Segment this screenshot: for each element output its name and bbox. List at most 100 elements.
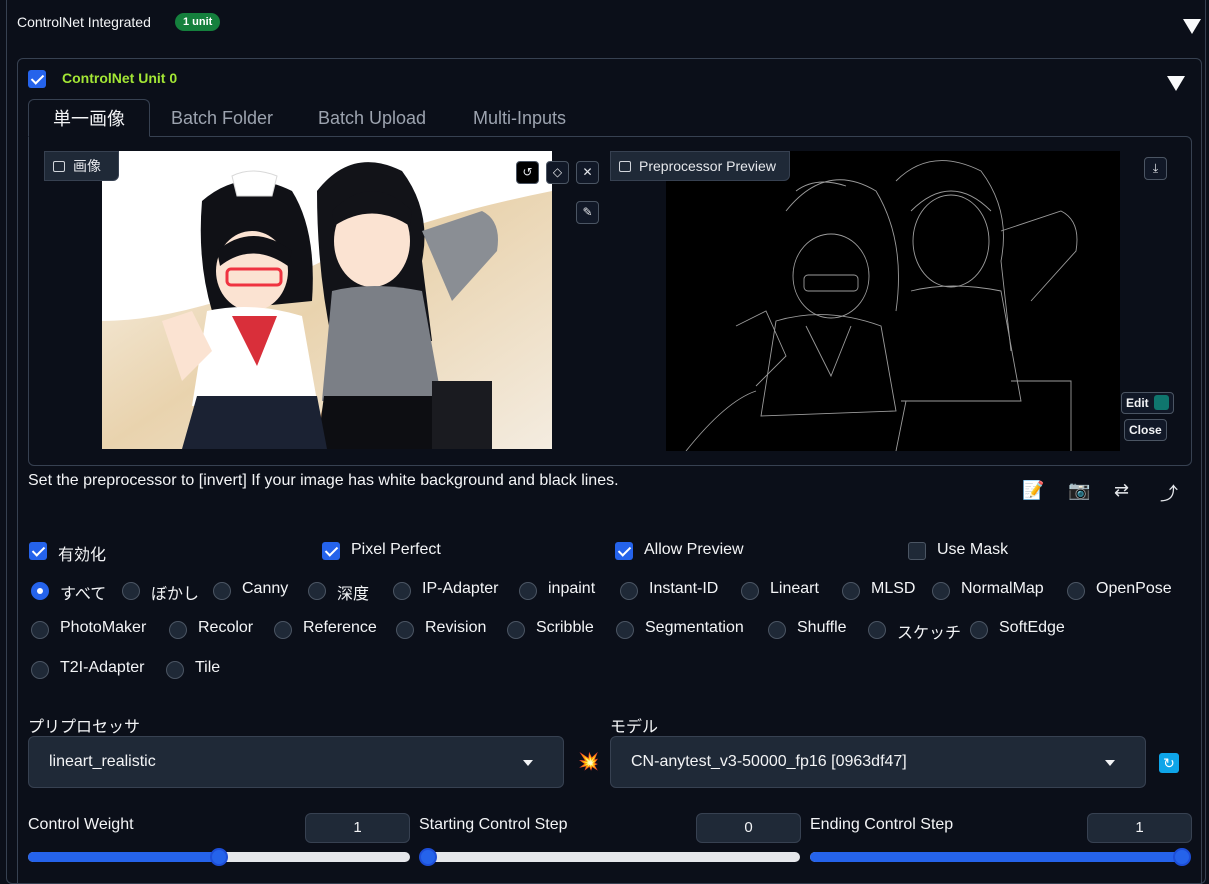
curved-arrow-icon[interactable]: ⤴ [1160,480,1178,506]
radio-label[interactable]: MLSD [871,580,915,598]
radio-all[interactable] [31,582,49,600]
enable-checkbox[interactable] [29,542,47,560]
pixel-perfect-checkbox[interactable] [322,542,340,560]
edit-label: Edit [1126,396,1149,410]
undo-icon[interactable]: ↺ [516,161,539,184]
input-image[interactable] [102,151,552,449]
radio-label[interactable]: Canny [242,580,288,598]
radio-label[interactable]: Reference [303,619,377,637]
radio-instant-id[interactable] [620,582,638,600]
radio-reference[interactable] [274,621,292,639]
radio-ip-adapter[interactable] [393,582,411,600]
ending-step-slider[interactable] [810,848,1191,866]
swap-icon[interactable]: ⇄ [1114,480,1129,501]
radio-label[interactable]: Scribble [536,619,594,637]
collapse-triangle-icon[interactable] [1183,19,1201,34]
radio-label[interactable]: IP-Adapter [422,580,498,598]
radio-label[interactable]: Instant-ID [649,580,718,598]
unit-count-badge: 1 unit [175,13,221,31]
radio-label[interactable]: Lineart [770,580,819,598]
use-mask-label[interactable]: Use Mask [937,541,1008,559]
chevron-down-icon [1105,760,1115,766]
tab-multi-inputs[interactable]: Multi-Inputs [473,99,566,137]
radio-label[interactable]: Segmentation [645,619,744,637]
radio-normalmap[interactable] [932,582,950,600]
radio-mlsd[interactable] [842,582,860,600]
starting-step-slider[interactable] [419,848,800,866]
radio-label[interactable]: SoftEdge [999,619,1065,637]
tab-single-image[interactable]: 単一画像 [28,99,150,137]
radio-label[interactable]: すべて [60,580,106,604]
unit-title[interactable]: ControlNet Unit 0 [62,70,177,86]
radio-tile[interactable] [166,661,184,679]
ending-step-label: Ending Control Step [810,816,954,833]
preprocessor-preview-image [666,151,1120,451]
unit-collapse-triangle-icon[interactable] [1167,76,1185,91]
eraser-icon[interactable]: ◇ [546,161,569,184]
radio-scribble[interactable] [507,621,525,639]
camera-icon[interactable]: 📷 [1068,480,1090,501]
image-label-chip: 画像 [44,151,119,181]
radio-label[interactable]: Recolor [198,619,253,637]
radio-lineart[interactable] [741,582,759,600]
refresh-icon[interactable]: ↻ [1159,753,1179,773]
preprocessor-dropdown[interactable]: lineart_realistic [28,736,564,788]
radio-revision[interactable] [396,621,414,639]
slider-thumb[interactable] [419,848,437,866]
radio-openpose[interactable] [1067,582,1085,600]
radio-recolor[interactable] [169,621,187,639]
preview-label-chip: Preprocessor Preview [610,151,790,181]
radio-label[interactable]: 深度 [337,580,369,604]
chevron-down-icon [523,760,533,766]
slider-fill [810,852,1182,862]
radio-blur[interactable] [122,582,140,600]
radio-softedge[interactable] [970,621,988,639]
radio-photomaker[interactable] [31,621,49,639]
starting-step-input[interactable]: 0 [696,813,801,843]
radio-label[interactable]: OpenPose [1096,580,1172,598]
allow-preview-checkbox[interactable] [615,542,633,560]
edit-button[interactable]: Edit [1121,392,1175,414]
accordion-title[interactable]: ControlNet Integrated [17,14,151,30]
radio-shuffle[interactable] [768,621,786,639]
radio-label[interactable]: スケッチ [897,619,961,643]
slider-thumb[interactable] [1173,848,1191,866]
radio-t2i-adapter[interactable] [31,661,49,679]
radio-label[interactable]: inpaint [548,580,595,598]
radio-canny[interactable] [213,582,231,600]
memo-icon[interactable]: 📝 [1022,480,1044,501]
download-icon[interactable]: ⤓ [1144,157,1167,180]
radio-label[interactable]: Shuffle [797,619,847,637]
image-icon [53,161,65,172]
unit-enable-checkbox[interactable] [28,70,46,88]
radio-sketch[interactable] [868,621,886,639]
control-weight-input[interactable]: 1 [305,813,410,843]
radio-label[interactable]: Tile [195,659,220,677]
model-dropdown[interactable]: CN-anytest_v3-50000_fp16 [0963df47] [610,736,1146,788]
radio-inpaint[interactable] [519,582,537,600]
radio-label[interactable]: Revision [425,619,486,637]
slider-thumb[interactable] [210,848,228,866]
model-label: モデル [610,719,659,736]
run-preprocessor-icon[interactable]: 💥 [578,752,599,772]
control-weight-slider[interactable] [28,848,410,866]
brush-icon[interactable]: ✎ [576,201,599,224]
edit-app-icon [1154,395,1170,410]
tab-batch-folder[interactable]: Batch Folder [171,99,273,137]
close-icon[interactable]: ✕ [576,161,599,184]
allow-preview-label[interactable]: Allow Preview [644,541,744,559]
radio-depth[interactable] [308,582,326,600]
ending-step-input[interactable]: 1 [1087,813,1192,843]
radio-label[interactable]: ぼかし [151,580,199,604]
model-value: CN-anytest_v3-50000_fp16 [0963df47] [631,753,907,770]
pixel-perfect-label[interactable]: Pixel Perfect [351,541,441,559]
preview-label: Preprocessor Preview [639,158,776,174]
radio-label[interactable]: T2I-Adapter [60,659,144,677]
tab-batch-upload[interactable]: Batch Upload [318,99,426,137]
close-preview-button[interactable]: Close [1124,419,1167,441]
use-mask-checkbox[interactable] [908,542,926,560]
radio-segmentation[interactable] [616,621,634,639]
radio-label[interactable]: NormalMap [961,580,1044,598]
enable-label[interactable]: 有効化 [58,541,106,565]
radio-label[interactable]: PhotoMaker [60,619,146,637]
